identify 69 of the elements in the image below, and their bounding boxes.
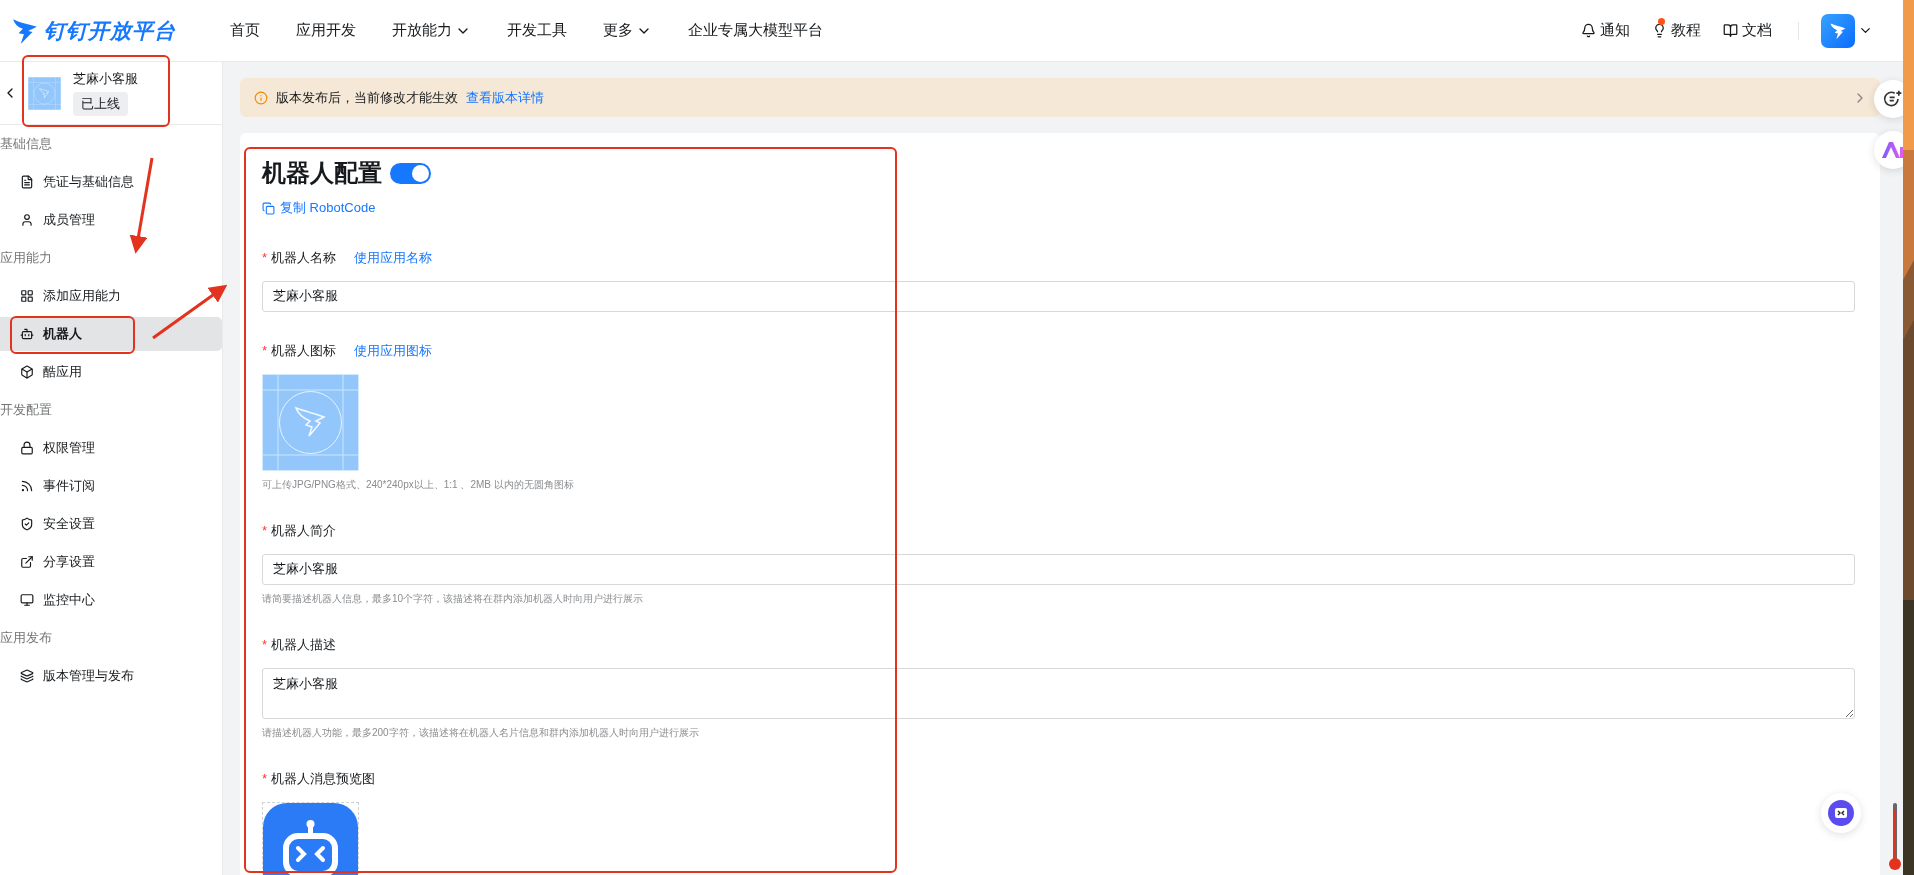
section-title: 基础信息: [0, 135, 53, 153]
enable-switch[interactable]: [390, 162, 431, 184]
rss-icon: [20, 479, 34, 493]
sidebar-item[interactable]: 监控中心: [0, 583, 222, 617]
credential-icon: [20, 175, 34, 189]
sidebar-item[interactable]: 分享设置: [0, 545, 222, 579]
field-hint: 请描述机器人功能，最多200字符，该描述将在机器人名片信息和群内添加机器人时向用户进行展示: [262, 725, 700, 740]
nav-item[interactable]: 企业专属大模型平台: [688, 21, 823, 40]
sidebar-item[interactable]: 成员管理: [0, 203, 222, 237]
status-tag: 已上线: [73, 92, 128, 116]
info-icon: [254, 90, 268, 105]
page-title: 机器人配置: [262, 158, 382, 188]
lightbulb-icon: [1652, 23, 1667, 38]
section-title: 应用能力: [0, 249, 53, 267]
copy-icon: [262, 201, 275, 215]
nav-item[interactable]: 应用开发: [296, 21, 356, 40]
textarea-field[interactable]: 芝麻小客服: [262, 667, 1855, 719]
copy-robotcode-link[interactable]: 复制 RobotCode: [262, 199, 376, 217]
text-field[interactable]: 芝麻小客服: [262, 280, 1855, 312]
version-link[interactable]: 查看版本详情: [466, 88, 544, 107]
use-app-default-link[interactable]: 使用应用图标: [354, 341, 433, 360]
field-hint: 请简要描述机器人信息，最多10个字符，该描述将在群内添加机器人时向用户进行展示: [262, 591, 645, 606]
field-label: * 机器人消息预览图: [262, 769, 376, 788]
field-label: * 机器人图标: [262, 341, 337, 360]
bell-icon: [1581, 23, 1596, 38]
robot-icon: [20, 327, 34, 341]
shield-icon: [20, 517, 34, 531]
nav-item[interactable]: 更多: [603, 21, 652, 40]
thermometer-icon: [1889, 803, 1901, 871]
sidebar-item[interactable]: 凭证与基础信息: [0, 165, 222, 199]
app-icon: [262, 373, 359, 471]
sidebar-item[interactable]: 酷应用: [0, 355, 222, 389]
header-link[interactable]: 文档: [1723, 21, 1772, 40]
assistant-icon: [1828, 800, 1854, 826]
field-label: * 机器人名称: [262, 248, 337, 267]
nav-item[interactable]: 首页: [230, 21, 260, 40]
user-icon: [20, 213, 34, 227]
sidebar-item[interactable]: 事件订阅: [0, 469, 222, 503]
text-field[interactable]: 芝麻小客服: [262, 553, 1855, 585]
nav-item[interactable]: 开发工具: [507, 21, 567, 40]
app-name: 芝麻小客服: [73, 70, 138, 88]
field-hint: 可上传JPG/PNG格式、240*240px以上、1:1 、2MB 以内的无圆角图标: [262, 477, 575, 492]
book-icon: [1723, 23, 1738, 38]
monitor-icon: [20, 593, 34, 607]
notice-text: 版本发布后，当前修改才能生效: [276, 88, 458, 107]
sidebar-item[interactable]: 安全设置: [0, 507, 222, 541]
grid-icon: [20, 289, 34, 303]
section-title: 应用发布: [0, 629, 53, 647]
lock-icon: [20, 441, 34, 455]
use-app-default-link[interactable]: 使用应用名称: [354, 248, 433, 267]
sidebar-item[interactable]: 版本管理与发布: [0, 659, 222, 693]
cube-icon: [20, 365, 34, 379]
sidebar-item[interactable]: 添加应用能力: [0, 279, 222, 313]
header-link[interactable]: 通知: [1581, 21, 1630, 40]
sidebar-item[interactable]: 机器人: [0, 317, 222, 351]
header-link[interactable]: 教程: [1652, 21, 1701, 40]
ai-logo-icon: [1882, 142, 1903, 158]
chat-plus-icon: [1883, 89, 1903, 109]
share-icon: [20, 555, 34, 569]
section-title: 开发配置: [0, 401, 53, 419]
brand-logo-icon: [12, 16, 38, 45]
brand-name: 钉钉开放平台: [44, 17, 176, 44]
field-label: * 机器人描述: [262, 635, 337, 654]
field-label: * 机器人简介: [262, 521, 337, 540]
sidebar-item[interactable]: 权限管理: [0, 431, 222, 465]
app-avatar[interactable]: [1821, 13, 1855, 48]
app-icon: [28, 76, 61, 110]
layers-icon: [20, 669, 34, 683]
nav-item[interactable]: 开放能力: [392, 21, 471, 40]
